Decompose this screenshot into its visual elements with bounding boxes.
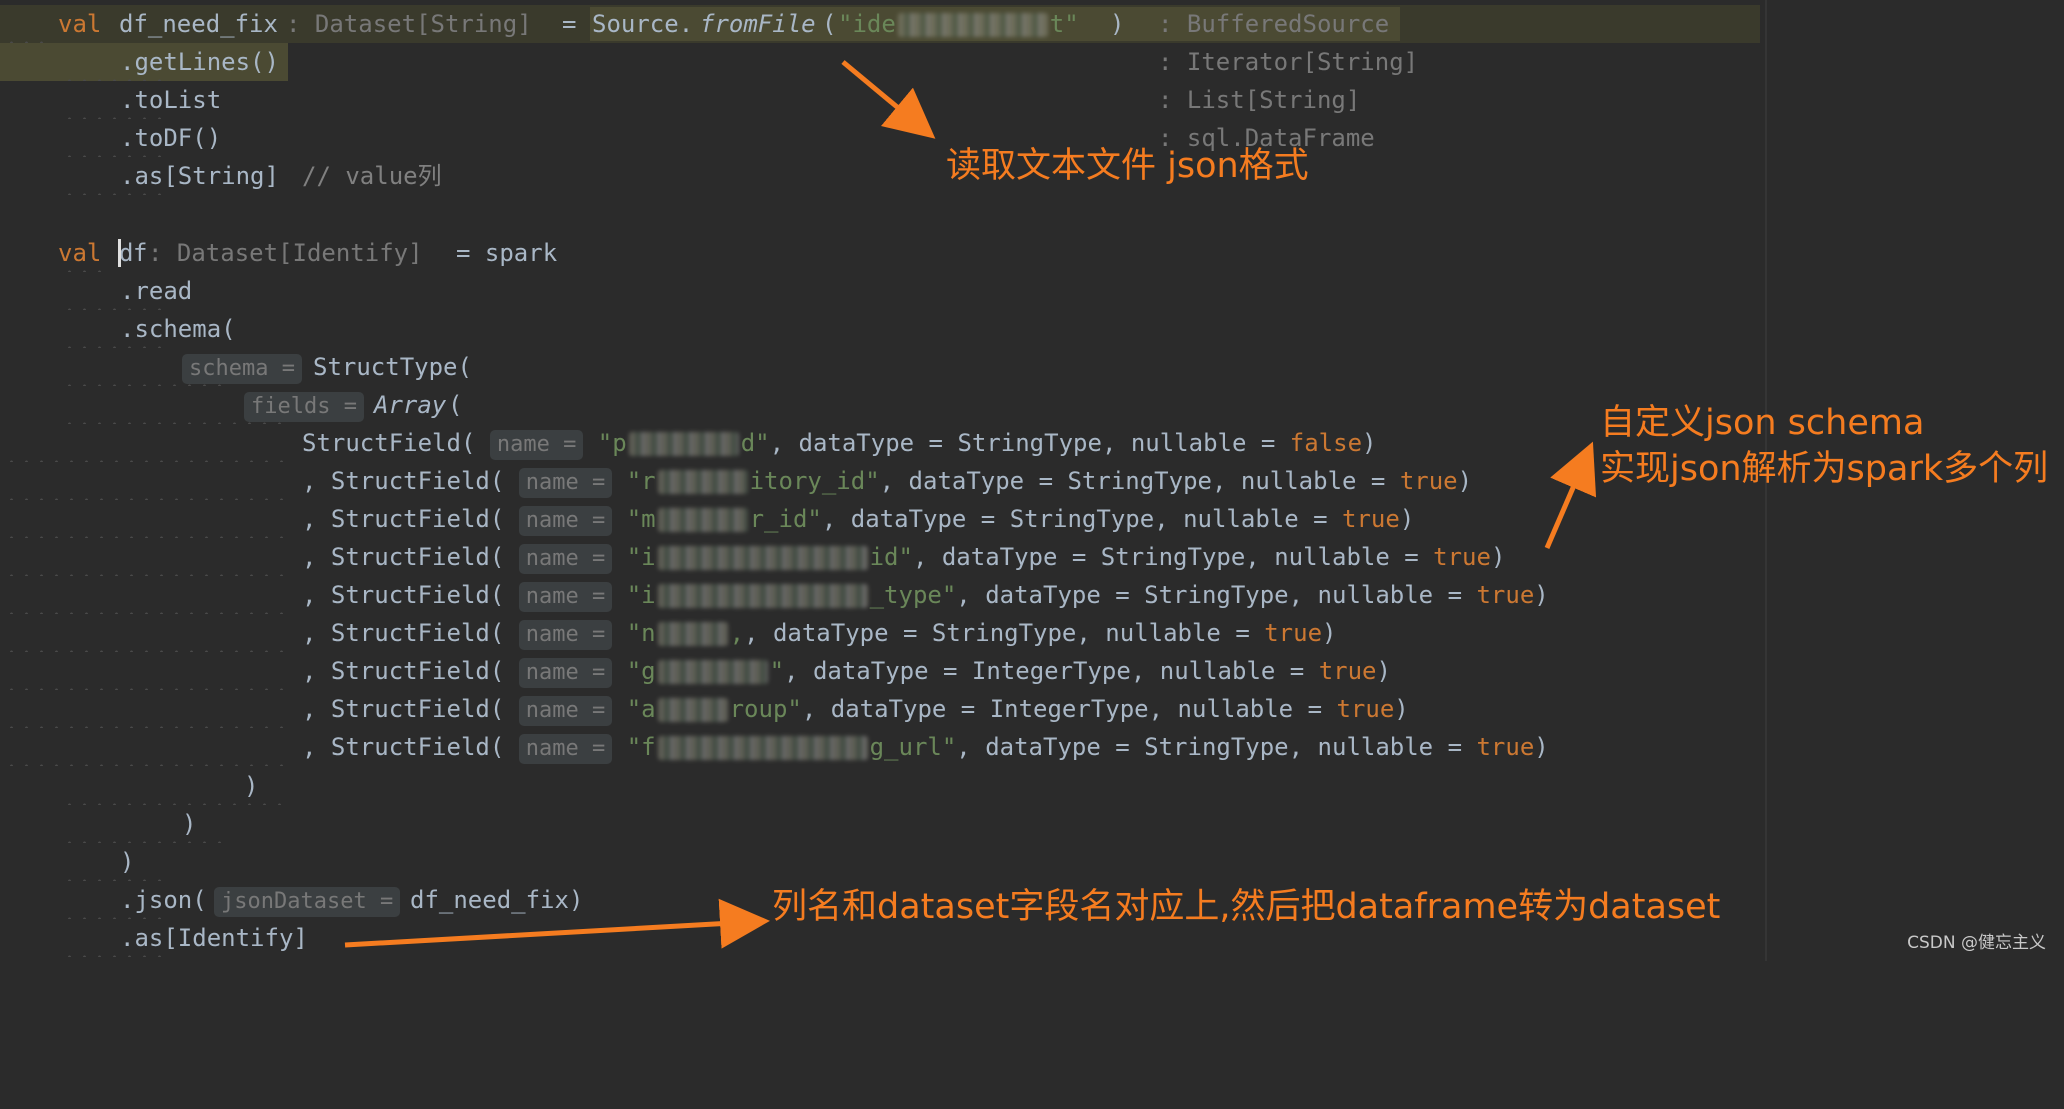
arrow-read-text — [841, 60, 936, 139]
arrow-schema — [1544, 441, 1597, 549]
arrow-dataset — [344, 898, 770, 949]
annotation-schema-line2: 实现json解析为spark多个列 — [1600, 449, 2049, 489]
watermark: CSDN @健忘主义 — [1907, 933, 2046, 953]
annotation-read-text: 读取文本文件 json格式 — [946, 146, 1309, 186]
annotation-dataset: 列名和dataset字段名对应上,然后把dataframe转为dataset — [772, 887, 1721, 927]
annotation-schema-line1: 自定义json schema — [1600, 403, 1925, 443]
